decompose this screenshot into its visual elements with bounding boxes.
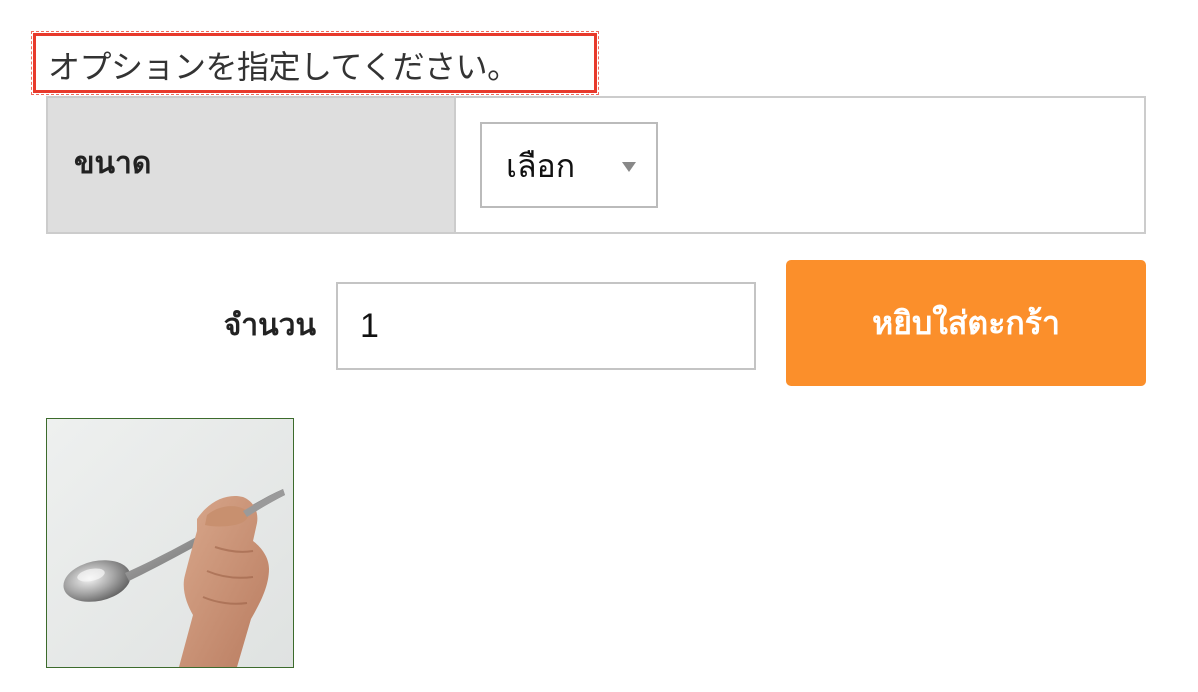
- quantity-value: 1: [360, 307, 379, 345]
- size-select[interactable]: เลือก: [480, 122, 658, 208]
- spoon-product-photo-icon: [47, 419, 293, 667]
- size-select-value: เลือก: [506, 147, 576, 185]
- size-value-cell: เลือก: [456, 98, 1144, 232]
- add-to-cart-button[interactable]: หยิบใส่ตะกร้า: [786, 260, 1146, 386]
- chevron-down-icon: [622, 162, 636, 172]
- option-required-notice: オプションを指定してください。: [31, 31, 599, 95]
- option-table: ขนาด เลือก: [46, 96, 1146, 234]
- notice-text: オプションを指定してください。: [48, 48, 519, 86]
- product-thumbnail[interactable]: [46, 418, 294, 668]
- quantity-input[interactable]: 1: [336, 282, 756, 370]
- size-label: ขนาด: [74, 146, 152, 181]
- quantity-label: จำนวน: [223, 308, 316, 343]
- size-label-cell: ขนาด: [48, 98, 456, 232]
